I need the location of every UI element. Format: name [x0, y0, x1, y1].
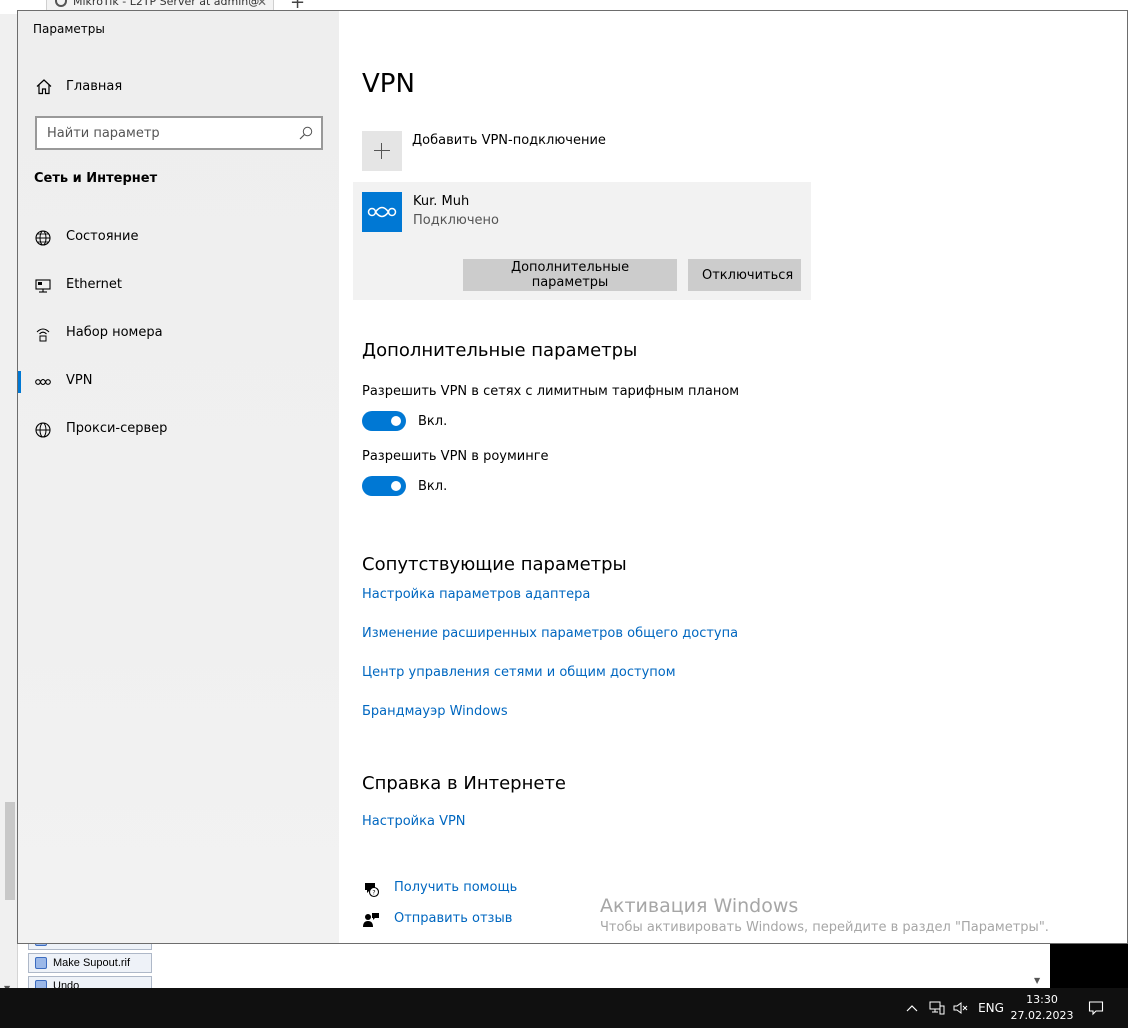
metered-option-label: Разрешить VPN в сетях с лимитным тарифны…: [362, 384, 740, 399]
network-tray-button[interactable]: [926, 988, 948, 1028]
roaming-toggle[interactable]: [362, 476, 406, 496]
plus-icon: [362, 131, 402, 171]
dialup-icon: [36, 328, 50, 342]
toggle-state: Вкл.: [418, 478, 448, 494]
background-scrollbar[interactable]: ▼: [0, 14, 18, 993]
toggle-state: Вкл.: [418, 413, 448, 429]
get-help-link[interactable]: Получить помощь: [394, 880, 517, 895]
help-heading: Справка в Интернете: [362, 773, 566, 794]
activation-watermark-subtitle: Чтобы активировать Windows, перейдите в …: [600, 920, 1049, 935]
sidebar-item-ethernet[interactable]: Ethernet: [18, 266, 339, 306]
globe-status-icon: [35, 230, 51, 246]
roaming-toggle-row: Вкл.: [362, 476, 447, 496]
clock[interactable]: 13:30 27.02.2023: [1010, 992, 1074, 1024]
add-vpn-button[interactable]: Добавить VPN-подключение: [362, 131, 606, 171]
toggle-knob: [391, 481, 401, 491]
vpn-connection-card[interactable]: Kur. Muh Подключено Дополнительные парам…: [353, 182, 811, 300]
roaming-option-label: Разрешить VPN в роуминге: [362, 449, 549, 464]
sidebar-item-home[interactable]: Главная: [18, 69, 339, 105]
vpn-icon: [35, 378, 51, 386]
settings-window: Параметры Главная Сеть и Интернет Состоя…: [17, 10, 1128, 944]
add-vpn-label: Добавить VPN-подключение: [412, 133, 606, 148]
sidebar-item-status[interactable]: Состояние: [18, 218, 339, 258]
sidebar-item-label: Прокси-сервер: [66, 421, 168, 436]
adapter-options-link[interactable]: Настройка параметров адаптера: [362, 587, 590, 602]
home-icon: [36, 79, 52, 95]
metered-toggle[interactable]: [362, 411, 406, 431]
clock-date: 27.02.2023: [1010, 1009, 1074, 1022]
window-title: Параметры: [33, 22, 105, 36]
globe-icon: [35, 422, 51, 438]
scroll-thumb[interactable]: [5, 802, 15, 900]
volume-tray-button[interactable]: [950, 988, 972, 1028]
sidebar-item-dialup[interactable]: Набор номера: [18, 314, 339, 354]
search-box[interactable]: [35, 116, 323, 150]
sidebar: Параметры Главная Сеть и Интернет Состоя…: [18, 11, 339, 943]
active-indicator: [18, 371, 21, 393]
vpn-setup-help-link[interactable]: Настройка VPN: [362, 814, 466, 829]
sidebar-item-vpn[interactable]: VPN: [18, 362, 339, 402]
sidebar-item-label: Состояние: [66, 229, 139, 244]
background-dark-area: [1050, 944, 1128, 988]
scroll-down-icon[interactable]: ▼: [1034, 976, 1040, 985]
language-indicator[interactable]: ENG: [976, 988, 1006, 1028]
sidebar-item-label: VPN: [66, 373, 93, 388]
sidebar-item-proxy[interactable]: Прокси-сервер: [18, 410, 339, 450]
section-title: Сеть и Интернет: [34, 171, 158, 186]
sidebar-home-label: Главная: [66, 79, 123, 94]
chevron-up-icon: [906, 1005, 918, 1012]
ethernet-icon: [35, 279, 51, 293]
network-center-link[interactable]: Центр управления сетями и общим доступом: [362, 665, 676, 680]
make-supout-button[interactable]: Make Supout.rif: [28, 953, 152, 973]
sharing-options-link[interactable]: Изменение расширенных параметров общего …: [362, 626, 738, 641]
sidebar-item-label: Набор номера: [66, 325, 163, 340]
toggle-knob: [391, 416, 401, 426]
search-input[interactable]: [37, 118, 287, 148]
tab-close-icon[interactable]: ✕: [257, 0, 267, 10]
activation-watermark-title: Активация Windows: [600, 895, 799, 917]
vpn-connection-icon: [362, 192, 402, 232]
network-icon: [929, 1001, 945, 1015]
connection-status: Подключено: [413, 213, 499, 228]
taskbar: ENG 13:30 27.02.2023: [0, 988, 1128, 1028]
clock-time: 13:30: [1026, 993, 1058, 1006]
volume-muted-icon: [953, 1002, 968, 1014]
disconnect-button[interactable]: Отключиться: [688, 259, 801, 291]
mikrotik-logo-icon: [55, 0, 67, 7]
notifications-button[interactable]: [1084, 988, 1108, 1028]
browser-tab-title: MikroTik - L2TP Server at admin@: [73, 0, 260, 8]
send-feedback-link[interactable]: Отправить отзыв: [394, 911, 512, 926]
svg-text:?: ?: [372, 890, 375, 897]
firewall-link[interactable]: Брандмауэр Windows: [362, 704, 508, 719]
related-settings-heading: Сопутствующие параметры: [362, 554, 627, 575]
search-icon[interactable]: [299, 126, 313, 140]
advanced-options-button[interactable]: Дополнительные параметры: [463, 259, 677, 291]
connection-name: Kur. Muh: [413, 194, 470, 209]
sidebar-item-label: Ethernet: [66, 277, 122, 292]
notification-icon: [1088, 1001, 1104, 1016]
page-title: VPN: [362, 69, 415, 99]
get-help-icon: ?: [365, 883, 380, 898]
feedback-icon: [363, 913, 379, 927]
advanced-options-heading: Дополнительные параметры: [362, 340, 638, 361]
metered-toggle-row: Вкл.: [362, 411, 447, 431]
show-hidden-icons-button[interactable]: [902, 988, 922, 1028]
document-icon: [35, 957, 47, 969]
main-content: ✕ VPN Добавить VPN-подключение Kur. Muh …: [339, 11, 1127, 943]
